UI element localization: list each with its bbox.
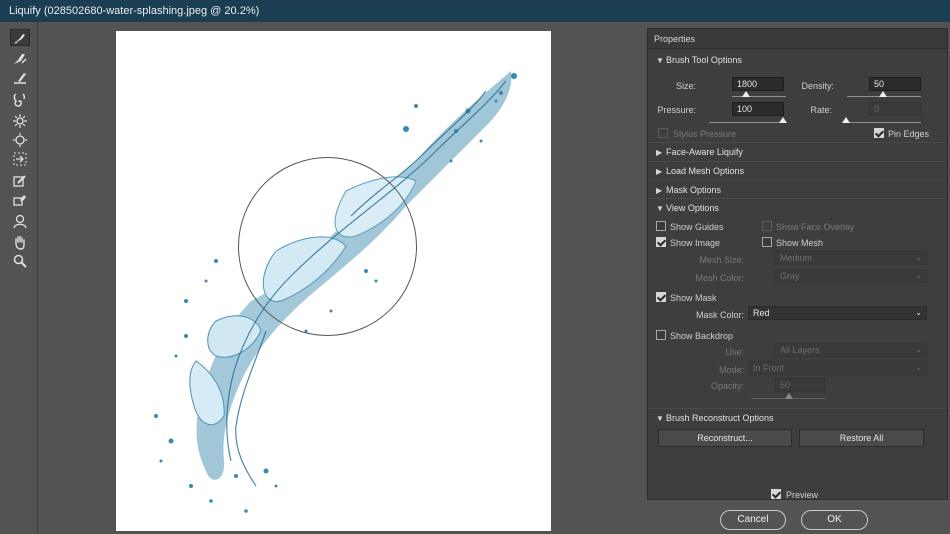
hand-tool-icon[interactable] — [10, 233, 30, 250]
freeze-mask-tool-icon[interactable] — [10, 172, 30, 189]
show-guides-checkbox[interactable] — [656, 221, 666, 231]
properties-box: Properties ▼ Brush Tool Options Size: 180… — [647, 28, 948, 500]
image-canvas[interactable] — [116, 31, 551, 531]
forward-warp-tool-icon[interactable] — [10, 29, 30, 46]
pin-edges-checkbox[interactable] — [874, 128, 884, 138]
section-brush-tool-options[interactable]: ▼ Brush Tool Options — [648, 51, 947, 69]
show-face-overlay-label: Show Face Overlay — [776, 222, 855, 232]
pin-edges-label: Pin Edges — [888, 129, 930, 139]
pressure-input[interactable]: 100 — [732, 102, 784, 116]
show-backdrop-label: Show Backdrop — [670, 331, 734, 341]
pressure-slider-thumb[interactable] — [779, 117, 787, 123]
bloat-tool-icon[interactable] — [10, 131, 30, 148]
mask-color-select[interactable]: Red ⌄ — [748, 306, 927, 320]
face-tool-icon[interactable] — [10, 212, 30, 229]
collapsed-triangle-icon: ▶ — [656, 167, 663, 176]
chevron-down-icon: ⌄ — [915, 253, 922, 262]
chevron-down-icon: ⌄ — [915, 308, 922, 317]
properties-panel: Properties ▼ Brush Tool Options Size: 180… — [645, 22, 950, 534]
pressure-label: Pressure: — [657, 105, 696, 115]
brush-cursor-circle — [238, 157, 417, 336]
tools-panel — [0, 22, 38, 534]
use-select[interactable]: All Layers ⌄ — [775, 343, 927, 357]
thaw-mask-tool-icon[interactable] — [10, 191, 30, 208]
section-view-options[interactable]: ▼ View Options — [648, 198, 947, 216]
show-image-checkbox[interactable] — [656, 237, 666, 247]
show-face-overlay-checkbox[interactable] — [762, 221, 772, 231]
pucker-tool-icon[interactable] — [10, 112, 30, 129]
mode-select[interactable]: In Front ⌄ — [748, 361, 927, 375]
section-title: Face-Aware Liquify — [666, 147, 743, 157]
stylus-pressure-checkbox[interactable] — [658, 128, 668, 138]
mesh-color-label: Mesh Color: — [695, 273, 744, 283]
reconstruct-button[interactable]: Reconstruct... — [658, 429, 792, 447]
select-value: Medium — [780, 253, 813, 263]
reconstruct-tool-icon[interactable] — [10, 50, 30, 67]
properties-header: Properties — [648, 29, 947, 49]
select-value: Red — [753, 308, 770, 318]
chevron-down-icon: ⌄ — [915, 271, 922, 280]
show-mesh-label: Show Mesh — [776, 238, 824, 248]
expanded-triangle-icon: ▼ — [656, 56, 664, 65]
collapsed-triangle-icon: ▶ — [656, 148, 663, 157]
show-mask-label: Show Mask — [670, 293, 717, 303]
window-title: Liquify (028502680-water-splashing.jpeg … — [9, 5, 260, 17]
opacity-input[interactable]: 50 — [775, 378, 825, 392]
section-title: Load Mesh Options — [666, 166, 745, 176]
rate-input[interactable]: 0 — [869, 102, 921, 116]
section-title: Brush Reconstruct Options — [666, 413, 774, 423]
section-load-mesh-options[interactable]: ▶ Load Mesh Options — [648, 161, 947, 179]
section-title: View Options — [666, 203, 719, 213]
opacity-slider-thumb[interactable] — [785, 393, 793, 399]
section-face-aware-liquify[interactable]: ▶ Face-Aware Liquify — [648, 142, 947, 160]
chevron-down-icon: ⌄ — [915, 345, 922, 354]
canvas-area[interactable] — [38, 22, 643, 534]
restore-all-button[interactable]: Restore All — [799, 429, 924, 447]
rate-slider[interactable] — [847, 122, 921, 123]
show-backdrop-checkbox[interactable] — [656, 330, 666, 340]
size-slider[interactable] — [732, 96, 786, 97]
mesh-size-label: Mesh Size: — [699, 255, 744, 265]
density-label: Density: — [801, 81, 834, 91]
show-image-label: Show Image — [670, 238, 721, 248]
expanded-triangle-icon: ▼ — [656, 414, 664, 423]
show-guides-label: Show Guides — [670, 222, 724, 232]
select-value: In Front — [753, 363, 785, 373]
section-mask-options[interactable]: ▶ Mask Options — [648, 180, 947, 198]
show-mask-checkbox[interactable] — [656, 292, 666, 302]
opacity-label: Opacity: — [710, 381, 744, 391]
chevron-down-icon: ⌄ — [915, 363, 922, 372]
section-title: Brush Tool Options — [666, 55, 742, 65]
section-brush-reconstruct-options[interactable]: ▼ Brush Reconstruct Options — [648, 408, 947, 426]
rate-label: Rate: — [810, 105, 832, 115]
cancel-button[interactable]: Cancel — [720, 510, 786, 530]
density-slider-thumb[interactable] — [879, 91, 887, 97]
density-input[interactable]: 50 — [869, 77, 921, 91]
size-label: Size: — [675, 81, 696, 91]
expanded-triangle-icon: ▼ — [656, 204, 664, 213]
preview-checkbox[interactable] — [771, 489, 781, 499]
select-value: All Layers — [780, 345, 820, 355]
size-input[interactable]: 1800 — [732, 77, 784, 91]
show-mesh-checkbox[interactable] — [762, 237, 772, 247]
rate-slider-thumb[interactable] — [842, 117, 850, 123]
ok-button[interactable]: OK — [801, 510, 868, 530]
mesh-color-select[interactable]: Gray ⌄ — [775, 269, 927, 283]
section-title: Mask Options — [666, 185, 722, 195]
window-title-bar: Liquify (028502680-water-splashing.jpeg … — [0, 0, 950, 22]
size-slider-thumb[interactable] — [742, 91, 750, 97]
mask-color-label: Mask Color: — [695, 310, 744, 320]
zoom-tool-icon[interactable] — [10, 252, 30, 269]
mesh-size-select[interactable]: Medium ⌄ — [775, 251, 927, 265]
push-left-tool-icon[interactable] — [10, 150, 30, 167]
preview-label: Preview — [786, 490, 819, 500]
use-label: Use: — [725, 347, 744, 357]
select-value: Gray — [780, 271, 800, 281]
smooth-tool-icon[interactable] — [10, 69, 30, 86]
pressure-slider[interactable] — [709, 122, 786, 123]
stylus-pressure-label: Stylus Pressure — [673, 129, 737, 139]
mode-label: Mode: — [718, 365, 744, 375]
twirl-clockwise-tool-icon[interactable] — [10, 93, 30, 110]
